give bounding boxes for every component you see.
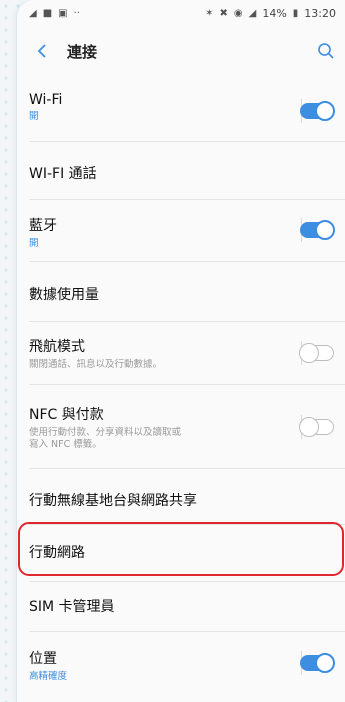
- toggle-knob: [315, 653, 335, 673]
- divider: [29, 141, 345, 142]
- nfc-toggle[interactable]: [299, 417, 334, 437]
- status-left-icons: ◢ ■ ▣ ··: [29, 8, 80, 19]
- toggle-knob: [315, 220, 335, 240]
- wifi-status: 開: [29, 111, 39, 122]
- sim-manager-label: SIM 卡管理員: [29, 599, 115, 615]
- divider: [29, 384, 345, 385]
- title-bar: 連接: [17, 32, 345, 70]
- message-icon: ■: [42, 7, 53, 19]
- phone-screen: ◢ ■ ▣ ·· ✶ ✖ ◉ ◢ 14% ▮ 13:20 連接 Wi-Fi 開: [16, 0, 345, 702]
- location-label: 位置: [29, 651, 57, 667]
- airplane-mode-row[interactable]: 飛航模式 關閉通話、訊息以及行動數據。: [17, 336, 345, 371]
- bluetooth-row[interactable]: 藍牙 開: [17, 215, 345, 250]
- nfc-label: NFC 與付款: [29, 407, 104, 423]
- alarm-icon: ◉: [233, 7, 243, 19]
- divider: [29, 631, 345, 632]
- wifi-calling-row[interactable]: WI-FI 通話: [17, 163, 345, 183]
- page-title: 連接: [67, 42, 98, 61]
- battery-level: 14%: [262, 6, 287, 20]
- wifi-label: Wi-Fi: [29, 92, 63, 108]
- wifi-calling-label: WI-FI 通話: [29, 166, 97, 182]
- toggle-knob: [299, 343, 319, 363]
- wifi-toggle[interactable]: [300, 101, 335, 121]
- hotspot-tethering-label: 行動無線基地台與網路共享: [29, 493, 197, 509]
- divider: [29, 199, 345, 200]
- data-usage-label: 數據使用量: [29, 287, 99, 303]
- toggle-knob: [315, 101, 335, 121]
- wifi-row[interactable]: Wi-Fi 開: [17, 92, 345, 123]
- bluetooth-toggle[interactable]: [300, 220, 335, 240]
- bluetooth-label: 藍牙: [29, 218, 57, 234]
- divider: [29, 261, 345, 262]
- nfc-description-line2: 寫入 NFC 標籤。: [29, 439, 102, 450]
- status-right-icons: ✶ ✖ ◉ ◢ 14% ▮ 13:20: [205, 7, 336, 20]
- data-usage-row[interactable]: 數據使用量: [17, 284, 345, 304]
- more-icon: ··: [73, 7, 80, 19]
- bluetooth-icon: ✶: [205, 7, 214, 19]
- airplane-mode-label: 飛航模式: [29, 339, 85, 355]
- divider: [29, 321, 345, 322]
- location-row[interactable]: 位置 高精確度: [17, 648, 345, 683]
- hotspot-tethering-row[interactable]: 行動無線基地台與網路共享: [17, 490, 345, 510]
- nfc-description-line1: 使用行動付款、分享資料以及讀取或: [29, 427, 182, 438]
- mobile-networks-highlight: [18, 522, 344, 576]
- divider: [29, 468, 345, 469]
- status-bar: ◢ ■ ▣ ·· ✶ ✖ ◉ ◢ 14% ▮ 13:20: [17, 0, 345, 26]
- bluetooth-status: 開: [29, 238, 39, 249]
- clock: 13:20: [304, 6, 336, 20]
- sim-manager-row[interactable]: SIM 卡管理員: [17, 596, 345, 616]
- toggle-knob: [299, 417, 319, 437]
- signal-icon: ◢: [248, 7, 257, 19]
- back-arrow-icon[interactable]: [31, 40, 53, 62]
- battery-icon: ▮: [292, 7, 299, 19]
- location-toggle[interactable]: [300, 653, 335, 673]
- airplane-mode-toggle[interactable]: [299, 343, 334, 363]
- search-icon[interactable]: [314, 39, 338, 63]
- navigation-icon: ◢: [29, 7, 37, 19]
- divider: [29, 581, 345, 582]
- mute-icon: ✖: [219, 7, 228, 19]
- nfc-row[interactable]: NFC 與付款 使用行動付款、分享資料以及讀取或 寫入 NFC 標籤。: [17, 404, 345, 451]
- location-mode: 高精確度: [29, 671, 68, 682]
- airplane-mode-description: 關閉通話、訊息以及行動數據。: [29, 359, 163, 370]
- gallery-icon: ▣: [58, 7, 68, 19]
